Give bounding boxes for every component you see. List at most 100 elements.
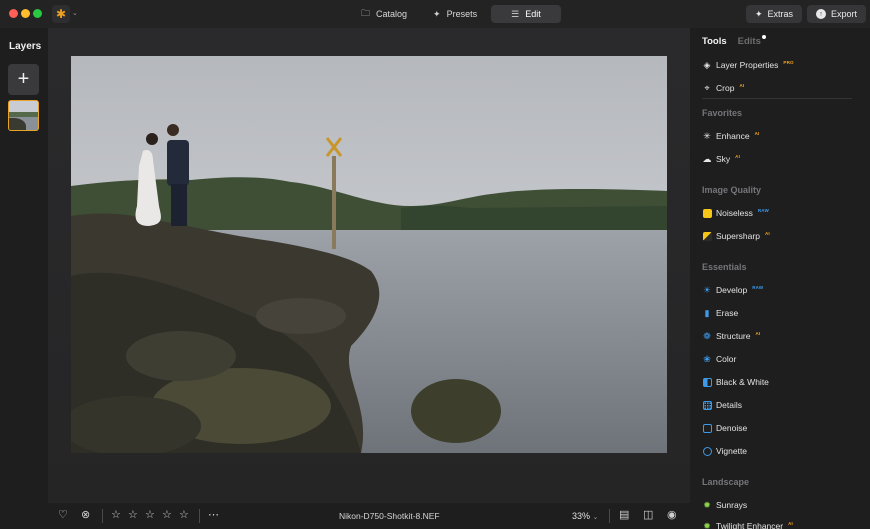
ai-badge: AI [764, 231, 770, 236]
sunrays-icon: ✹ [703, 499, 711, 510]
tool-erase[interactable]: ▮ Erase [702, 306, 739, 320]
star-5-icon[interactable]: ☆ [179, 508, 189, 521]
mode-switcher: 🗀 Catalog ✦ Presets ☰ Edit [349, 5, 561, 23]
eraser-icon: ▮ [704, 307, 710, 318]
tool-structure[interactable]: ❁ Structure AI [702, 329, 760, 343]
star-2-icon[interactable]: ☆ [128, 508, 138, 521]
raw-badge: RAW [757, 208, 769, 213]
heart-icon[interactable]: ♡ [58, 508, 68, 521]
layers-icon: ◈ [703, 59, 711, 70]
structure-icon: ❁ [703, 330, 711, 341]
tool-vignette[interactable]: Vignette [702, 444, 747, 458]
tab-presets-label: Presets [446, 9, 478, 19]
close-window-button[interactable] [9, 9, 18, 18]
tool-label: Black & White [716, 377, 769, 387]
tool-label: Vignette [716, 446, 748, 456]
tool-label: Develop [716, 285, 748, 295]
export-label: Export [831, 9, 858, 19]
tool-label: Denoise [716, 423, 748, 433]
minimize-window-button[interactable] [21, 9, 30, 18]
tool-label: Layer Properties [716, 60, 779, 70]
tab-edit[interactable]: ☰ Edit [491, 5, 561, 23]
tab-catalog[interactable]: 🗀 Catalog [349, 5, 419, 23]
app-logo-icon[interactable]: ✱ [52, 5, 70, 23]
zoom-level[interactable]: 33% ⌄ [572, 511, 598, 521]
layer-thumbnail[interactable] [8, 100, 39, 131]
tool-crop[interactable]: ⌖ Crop AI [702, 81, 744, 95]
more-icon[interactable]: ⋯ [208, 508, 219, 521]
tool-label: Structure [716, 331, 751, 341]
tool-noiseless[interactable]: Noiseless RAW [702, 206, 769, 220]
vignette-icon [702, 446, 712, 456]
plus-icon: + [17, 68, 30, 90]
tool-label: Noiseless [716, 208, 753, 218]
details-icon [702, 400, 712, 410]
photo-image [71, 56, 667, 453]
chevron-down-icon: ⌄ [592, 514, 599, 521]
tab-presets[interactable]: ✦ Presets [421, 5, 489, 23]
tab-tools[interactable]: Tools [702, 36, 727, 47]
section-favorites: Favorites [702, 108, 743, 118]
star-1-icon[interactable]: ☆ [111, 508, 121, 521]
enhance-icon: ✳ [703, 130, 711, 141]
tool-label: Enhance [716, 131, 750, 141]
tools-tabs: Tools Edits [702, 35, 766, 47]
export-button[interactable]: ↑ Export [807, 5, 867, 23]
tab-edit-label: Edit [525, 9, 541, 19]
sliders-icon: ☰ [511, 8, 520, 19]
tool-sky[interactable]: ☁ Sky AI [702, 152, 740, 166]
zoom-window-button[interactable] [33, 9, 42, 18]
tool-sunrays[interactable]: ✹ Sunrays [702, 498, 747, 512]
extras-label: Extras [767, 9, 794, 19]
photo-canvas[interactable] [71, 56, 667, 453]
presets-icon: ✦ [433, 8, 441, 19]
file-name: Nikon-D750-Shotkit-8.NEF [339, 511, 440, 521]
section-image-quality: Image Quality [702, 185, 762, 195]
filmstrip-icon[interactable]: ▤ [619, 508, 629, 521]
tab-catalog-label: Catalog [376, 9, 408, 19]
eye-icon[interactable]: ◉ [667, 508, 677, 521]
raw-badge: RAW [752, 285, 764, 290]
tool-label: Supersharp [716, 231, 760, 241]
tool-supersharp[interactable]: Supersharp AI [702, 229, 770, 243]
star-3-icon[interactable]: ☆ [145, 508, 155, 521]
ai-badge: AI [788, 521, 793, 526]
denoise-icon [702, 423, 712, 433]
chevron-down-icon[interactable]: ⌄ [72, 9, 78, 17]
layers-title: Layers [9, 41, 42, 52]
tool-color[interactable]: ❀ Color [702, 352, 736, 366]
extras-button[interactable]: ✦ Extras [746, 5, 803, 23]
tool-label: Twilight Enhancer [716, 521, 784, 529]
ai-badge: AI [755, 331, 761, 336]
tool-layer-properties[interactable]: ◈ Layer Properties PRO [702, 58, 794, 72]
cloud-icon: ☁ [702, 153, 712, 164]
tab-edits[interactable]: Edits [737, 35, 766, 47]
folder-icon: 🗀 [361, 8, 371, 18]
tool-develop[interactable]: ☀ Develop RAW [702, 283, 763, 297]
add-layer-button[interactable]: + [8, 64, 39, 95]
tool-black-white[interactable]: Black & White [702, 375, 769, 389]
ai-badge: AI [735, 154, 741, 159]
reject-icon[interactable]: ⊗ [81, 508, 90, 521]
ai-badge: AI [739, 83, 745, 88]
star-4-icon[interactable]: ☆ [162, 508, 172, 521]
twilight-icon: ✹ [703, 520, 711, 529]
edits-indicator-dot [761, 35, 766, 39]
black-white-icon [702, 377, 712, 387]
sun-icon: ☀ [702, 284, 712, 295]
tab-edits-label: Edits [737, 36, 761, 47]
tool-label: Erase [716, 308, 739, 318]
tool-label: Color [716, 354, 737, 364]
tool-denoise[interactable]: Denoise [702, 421, 747, 435]
section-landscape: Landscape [702, 477, 750, 487]
tool-label: Sky [716, 154, 731, 164]
tool-details[interactable]: Details [702, 398, 742, 412]
tool-twilight-enhancer[interactable]: ✹ Twilight Enhancer AI [702, 519, 793, 529]
compare-icon[interactable]: ◫ [643, 508, 653, 521]
divider [702, 98, 852, 99]
sparkle-icon: ✦ [755, 8, 763, 19]
zoom-value: 33% [572, 511, 591, 521]
tool-enhance[interactable]: ✳ Enhance AI [702, 129, 759, 143]
export-icon: ↑ [816, 9, 826, 19]
tool-label: Sunrays [716, 500, 748, 510]
